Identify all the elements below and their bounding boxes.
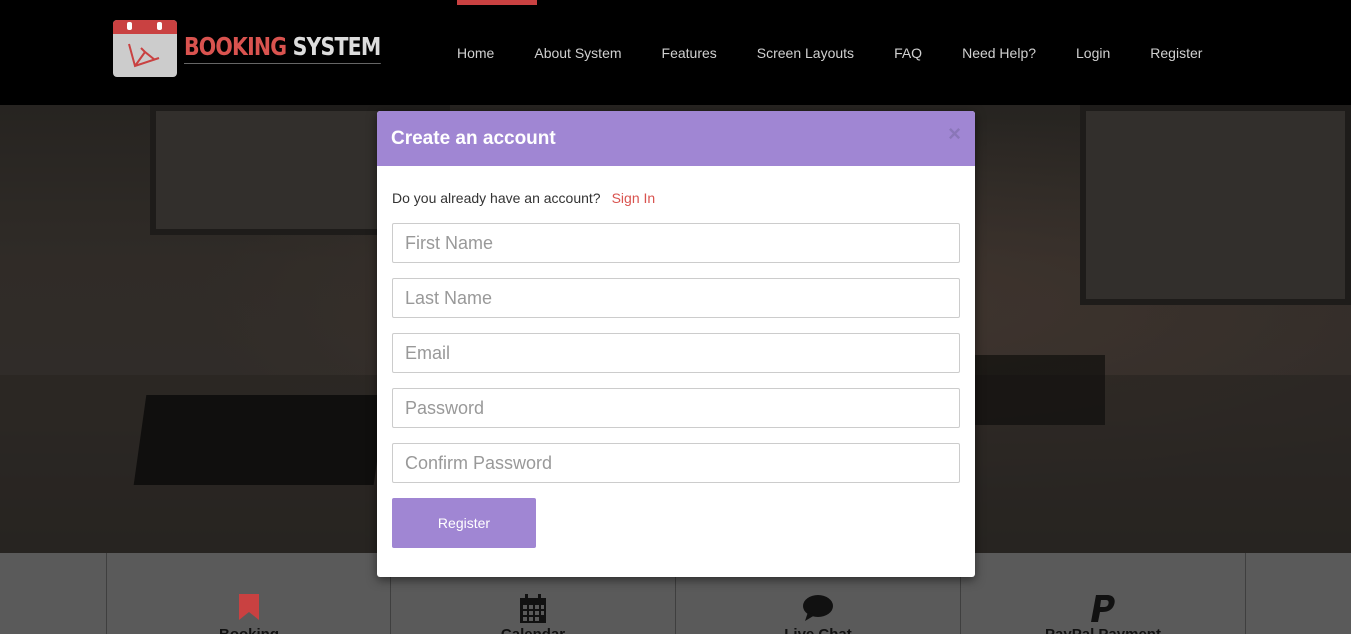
feature-label: Booking [219, 626, 279, 634]
main-nav: Home About System Features Screen Layout… [457, 45, 1242, 61]
nav-login[interactable]: Login [1076, 45, 1110, 61]
nav-faq[interactable]: FAQ [894, 45, 922, 61]
calendar-logo-icon [113, 20, 177, 77]
create-account-modal: Create an account × Do you already have … [377, 111, 975, 577]
email-field[interactable] [392, 333, 960, 373]
nav-features[interactable]: Features [662, 45, 717, 61]
modal-title: Create an account [391, 128, 556, 149]
nav-about-system[interactable]: About System [534, 45, 621, 61]
logo-word-system: SYSTEM [292, 31, 382, 61]
calendar-icon [520, 594, 546, 623]
feature-label: PayPal Payment [1045, 626, 1161, 634]
confirm-password-field[interactable] [392, 443, 960, 483]
first-name-field[interactable] [392, 223, 960, 263]
register-button[interactable]: Register [392, 498, 536, 548]
last-name-field[interactable] [392, 278, 960, 318]
nav-screen-layouts[interactable]: Screen Layouts [757, 45, 854, 61]
feature-paypal[interactable]: PayPal Payment [960, 553, 1246, 634]
site-logo[interactable]: BOOKING SYSTEM [113, 20, 424, 77]
nav-need-help[interactable]: Need Help? [962, 45, 1036, 61]
account-prompt-text: Do you already have an account? [392, 189, 601, 206]
logo-text: BOOKING SYSTEM [184, 31, 382, 64]
nav-active-indicator [457, 0, 537, 5]
modal-body: Do you already have an account? Sign In … [377, 166, 975, 548]
paypal-icon [1091, 595, 1115, 622]
nav-home[interactable]: Home [457, 45, 494, 61]
feature-booking[interactable]: Booking [106, 553, 391, 634]
close-icon[interactable]: × [948, 123, 961, 145]
bookmark-icon [239, 594, 259, 620]
site-header: BOOKING SYSTEM Home About System Feature… [0, 0, 1351, 105]
logo-word-booking: BOOKING [184, 31, 287, 61]
nav-register[interactable]: Register [1150, 45, 1202, 61]
chat-bubble-icon [803, 595, 833, 621]
feature-label: Calendar [501, 626, 565, 634]
sign-in-link[interactable]: Sign In [612, 190, 656, 206]
password-field[interactable] [392, 388, 960, 428]
modal-header: Create an account × [377, 111, 975, 166]
account-prompt-line: Do you already have an account? Sign In [392, 188, 960, 207]
feature-label: Live Chat [784, 626, 852, 634]
